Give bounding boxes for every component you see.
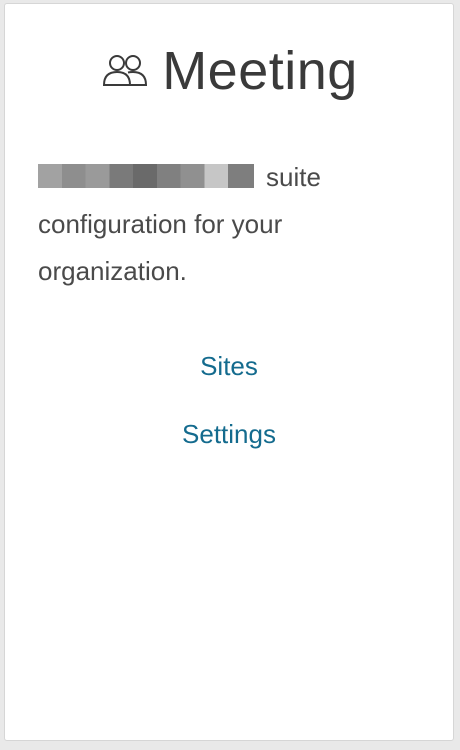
redacted-text (38, 164, 254, 188)
description-text: configuration for your organization. (38, 209, 283, 286)
users-icon (100, 51, 150, 91)
card-description: suite configuration for your organizatio… (38, 154, 428, 295)
settings-link[interactable]: Settings (5, 417, 453, 451)
description-suffix: suite (266, 162, 321, 192)
card-title: Meeting (162, 41, 358, 101)
card-links: Sites Settings (5, 349, 453, 485)
card-header: Meeting (5, 44, 453, 98)
meeting-card: Meeting suite configuration for your org… (4, 3, 454, 741)
sites-link[interactable]: Sites (5, 349, 453, 383)
